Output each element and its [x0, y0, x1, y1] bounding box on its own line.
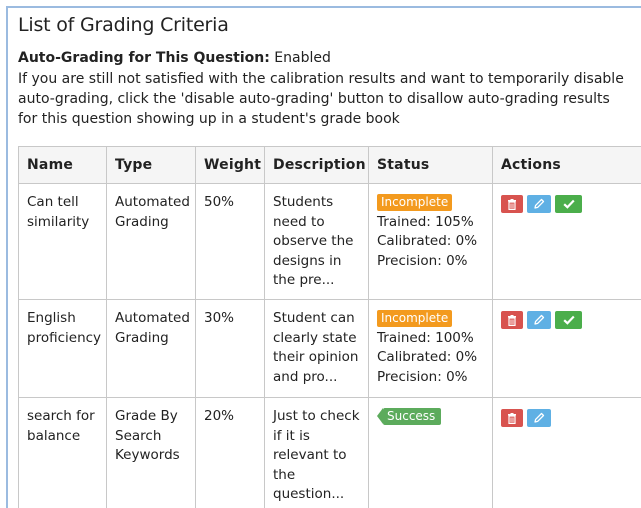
- pencil-icon: [534, 198, 545, 209]
- delete-button[interactable]: [501, 409, 523, 427]
- delete-button[interactable]: [501, 195, 523, 213]
- edit-button[interactable]: [527, 409, 551, 427]
- approve-button[interactable]: [555, 195, 582, 213]
- status-badge: Incomplete: [377, 194, 453, 211]
- criterion-name: English proficiency: [18, 299, 107, 398]
- header-status: Status: [368, 146, 493, 184]
- table-header-row: Name Type Weight Description Status Acti…: [18, 146, 641, 184]
- trained-stat: Trained: 105%: [377, 213, 474, 230]
- grading-criteria-panel: List of Grading Criteria Auto-Grading fo…: [6, 6, 641, 508]
- edit-button[interactable]: [527, 311, 551, 329]
- criterion-weight: 30%: [195, 299, 265, 398]
- header-type: Type: [106, 146, 196, 184]
- criterion-actions: [492, 397, 641, 508]
- precision-stat: Precision: 0%: [377, 368, 468, 385]
- calibrated-stat: Calibrated: 0%: [377, 349, 478, 365]
- table-row: English proficiency Automated Grading 30…: [18, 299, 641, 398]
- auto-grading-label: Auto-Grading for This Question:: [18, 50, 270, 66]
- auto-grading-note: If you are still not satisfied with the …: [18, 71, 624, 127]
- status-badge: Success: [376, 408, 442, 425]
- criterion-description: Students need to observe the designs in …: [264, 183, 369, 300]
- header-description: Description: [264, 146, 369, 184]
- criterion-name: Can tell similarity: [18, 183, 107, 300]
- calibrated-stat: Calibrated: 0%: [377, 233, 478, 249]
- header-name: Name: [18, 146, 107, 184]
- criterion-description: Student can clearly state their opinion …: [264, 299, 369, 398]
- trash-icon: [508, 198, 516, 210]
- pencil-icon: [534, 314, 545, 325]
- criterion-description: Just to check if it is relevant to the q…: [264, 397, 369, 508]
- page-title: List of Grading Criteria: [18, 14, 229, 36]
- criterion-type: Automated Grading: [106, 183, 196, 300]
- auto-grading-status: Auto-Grading for This Question: Enabled: [18, 50, 331, 66]
- criterion-weight: 50%: [195, 183, 265, 300]
- delete-button[interactable]: [501, 311, 523, 329]
- precision-stat: Precision: 0%: [377, 252, 468, 269]
- criterion-weight: 20%: [195, 397, 265, 508]
- auto-grading-value: Enabled: [274, 50, 331, 66]
- criterion-name: search for balance: [18, 397, 107, 508]
- table-row: search for balance Grade By Search Keywo…: [18, 397, 641, 508]
- criteria-table: Name Type Weight Description Status Acti…: [18, 146, 641, 508]
- criterion-status: Success: [368, 397, 493, 508]
- criterion-status: Incomplete Trained: 100% Calibrated: 0% …: [368, 299, 493, 398]
- edit-button[interactable]: [527, 195, 551, 213]
- checkmark-icon: [562, 199, 575, 209]
- criterion-actions: [492, 183, 641, 300]
- criterion-type: Grade By Search Keywords: [106, 397, 196, 508]
- table-row: Can tell similarity Automated Grading 50…: [18, 183, 641, 300]
- trash-icon: [508, 314, 516, 326]
- checkmark-icon: [562, 315, 575, 325]
- status-badge: Incomplete: [377, 310, 453, 327]
- header-weight: Weight: [195, 146, 265, 184]
- approve-button[interactable]: [555, 311, 582, 329]
- trained-stat: Trained: 100%: [377, 329, 474, 346]
- header-actions: Actions: [492, 146, 641, 184]
- trash-icon: [508, 412, 516, 424]
- criterion-type: Automated Grading: [106, 299, 196, 398]
- criterion-actions: [492, 299, 641, 398]
- pencil-icon: [534, 412, 545, 423]
- criterion-status: Incomplete Trained: 105% Calibrated: 0% …: [368, 183, 493, 300]
